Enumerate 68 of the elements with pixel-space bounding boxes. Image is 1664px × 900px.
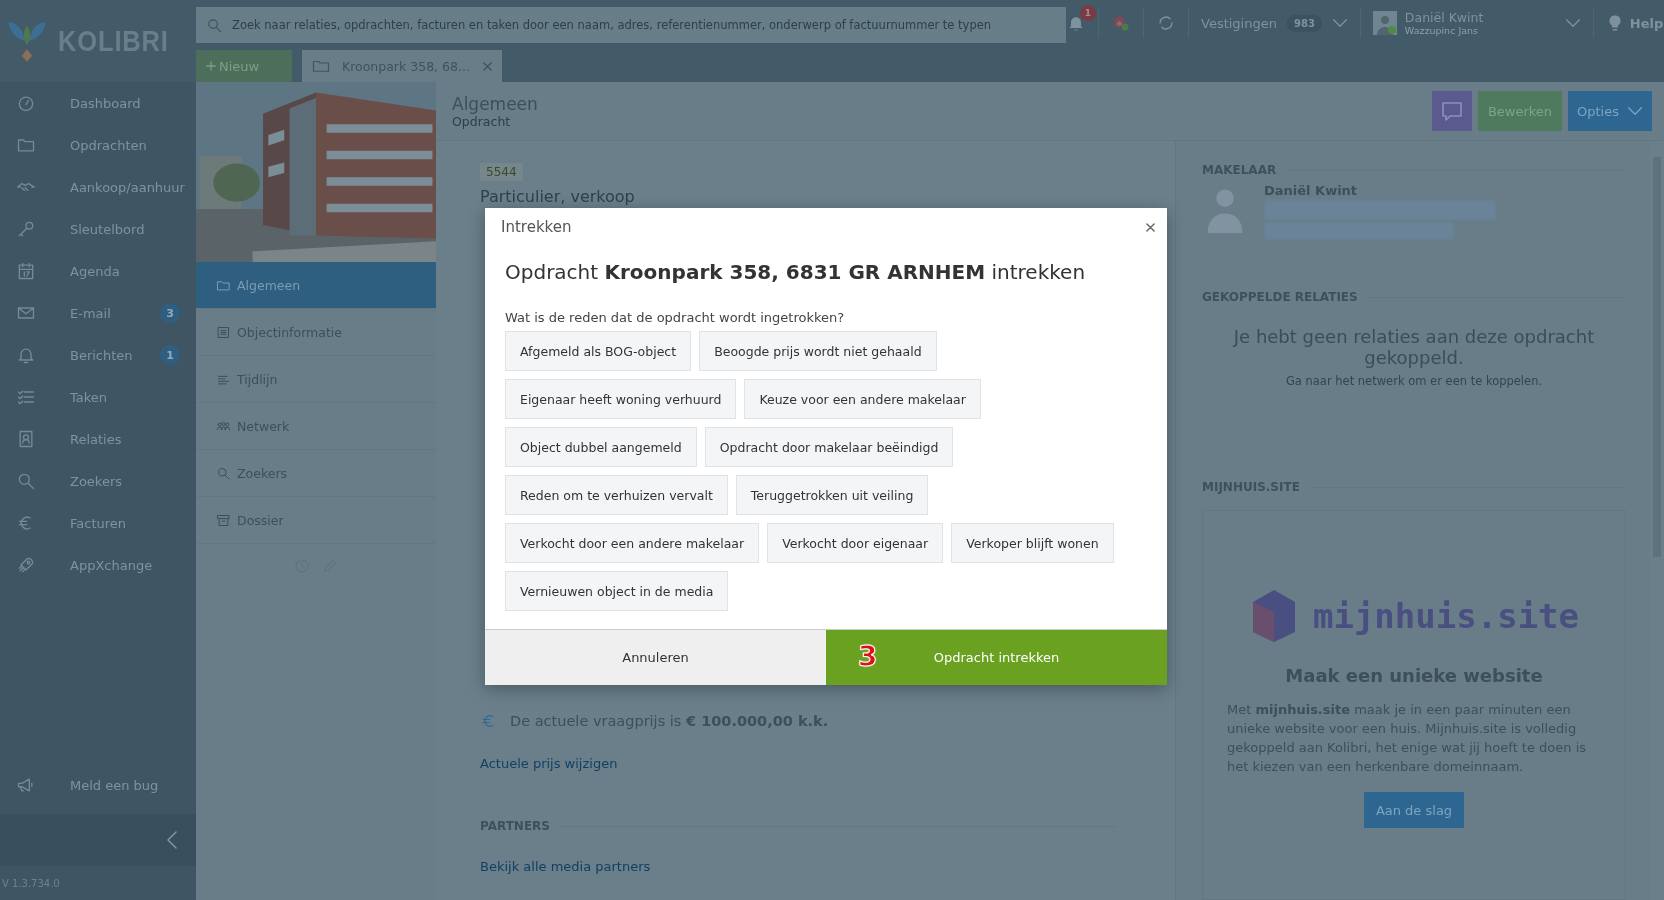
sidebar-item[interactable]: Zoekers [0,460,196,502]
dialog-heading: Opdracht Kroonpark 358, 6831 GR ARNHEM intrekken [505,260,1087,284]
calendar-icon [16,261,36,281]
speech-bubble-icon [1440,99,1464,123]
sidebar-item[interactable]: Facturen [0,502,196,544]
key-icon [16,219,36,239]
sidebar-item[interactable]: Relaties [0,418,196,460]
assignment-type: Particulier, verkoop [480,187,635,206]
reason-button[interactable]: Reden om te verhuizen vervalt [505,475,728,515]
media-partners-link[interactable]: Bekijk alle media partners [480,859,651,874]
avatar-icon [1372,11,1397,35]
comment-button[interactable] [1432,91,1472,131]
reason-button[interactable]: Opdracht door makelaar beëindigd [704,427,954,467]
sidebar-item[interactable]: Aankoop/aanhuur [0,166,196,208]
sidebar-item[interactable]: AppXchange [0,544,196,586]
branches-dropdown[interactable]: Vestigingen 983 [1201,14,1348,32]
reason-button[interactable]: Eigenaar heeft woning verhuurd [505,379,737,419]
user-organization: Wazzupinc Jans [1404,25,1479,36]
close-icon[interactable] [1146,222,1155,232]
search-icon [216,465,231,481]
sidebar-item[interactable]: E-mail 3 [0,292,196,334]
count-badge: 1 [160,345,180,365]
rocket-icon [16,555,36,575]
user-menu[interactable]: Daniël Kwint Wazzupinc Jans [1372,10,1581,36]
get-started-button[interactable]: Aan de slag [1363,792,1465,828]
reference-tag: 5544 [480,163,523,181]
user-name: Daniël Kwint [1404,10,1485,25]
options-button[interactable]: Opties [1568,91,1652,131]
reason-button[interactable]: Keuze voor een andere makelaar [744,379,981,419]
empty-hint: Ga naar het netwerk om er een te koppelen. [1285,374,1543,388]
list-icon [216,324,231,340]
sidebar-item[interactable]: Berichten 1 [0,334,196,376]
page-subtitle: Opdracht [452,113,511,129]
search-icon [206,17,223,34]
help-link[interactable]: Help [1605,14,1664,32]
reason-button[interactable]: Verkocht door eigenaar [767,523,944,563]
reason-button[interactable]: Object dubbel aangemeld [505,427,697,467]
cancel-button[interactable]: Annuleren [485,630,826,685]
sidebar-item[interactable]: Opdrachten [0,124,196,166]
count-badge: 3 [160,303,180,323]
reason-button[interactable]: Verkoper blijft wonen [951,523,1114,563]
search-icon [16,471,36,491]
plus-icon [206,61,216,71]
reason-button[interactable]: Beoogde prijs wordt niet gehaald [699,331,937,371]
checklist-icon [16,387,36,407]
notification-badge: 1 [1080,5,1096,21]
house-chat-icon[interactable] [1111,13,1131,33]
reason-button[interactable]: Afgemeld als BOG-object [505,331,692,371]
search-field[interactable]: Zoek naar relaties, opdrachten, facturen en taken door een naam, adres, referentienummer, onderwerp of factuurnummer te typen [196,7,1066,43]
chevron-down-icon [1627,106,1643,116]
step-marker: 3 [858,640,878,673]
reason-button[interactable]: Verkocht door een andere makelaar [505,523,760,563]
sidebar-item[interactable]: Agenda [0,250,196,292]
count-badge: 983 [1286,14,1322,32]
sidebar-item[interactable]: Sleutelbord [0,208,196,250]
archive-icon [216,512,231,528]
sidebar-item[interactable]: Taken [0,376,196,418]
sidebar-item[interactable]: Dashboard [0,82,196,124]
chevron-down-icon [1331,18,1348,28]
question-label: Wat is de reden dat de opdracht wordt ingetrokken? [505,310,846,325]
reason-button[interactable]: Teruggetrokken uit veiling [735,475,929,515]
object-menu-item[interactable]: Algemeen [196,262,436,309]
chevron-down-icon [1564,18,1581,28]
dialog-title: Intrekken [501,218,572,236]
report-bug-link[interactable]: Meld een bug [0,764,196,806]
reason-button[interactable]: Vernieuwen object in de media [505,571,729,611]
chevron-left-icon[interactable] [166,830,178,850]
change-price-link[interactable]: Actuele prijs wijzigen [480,756,618,771]
